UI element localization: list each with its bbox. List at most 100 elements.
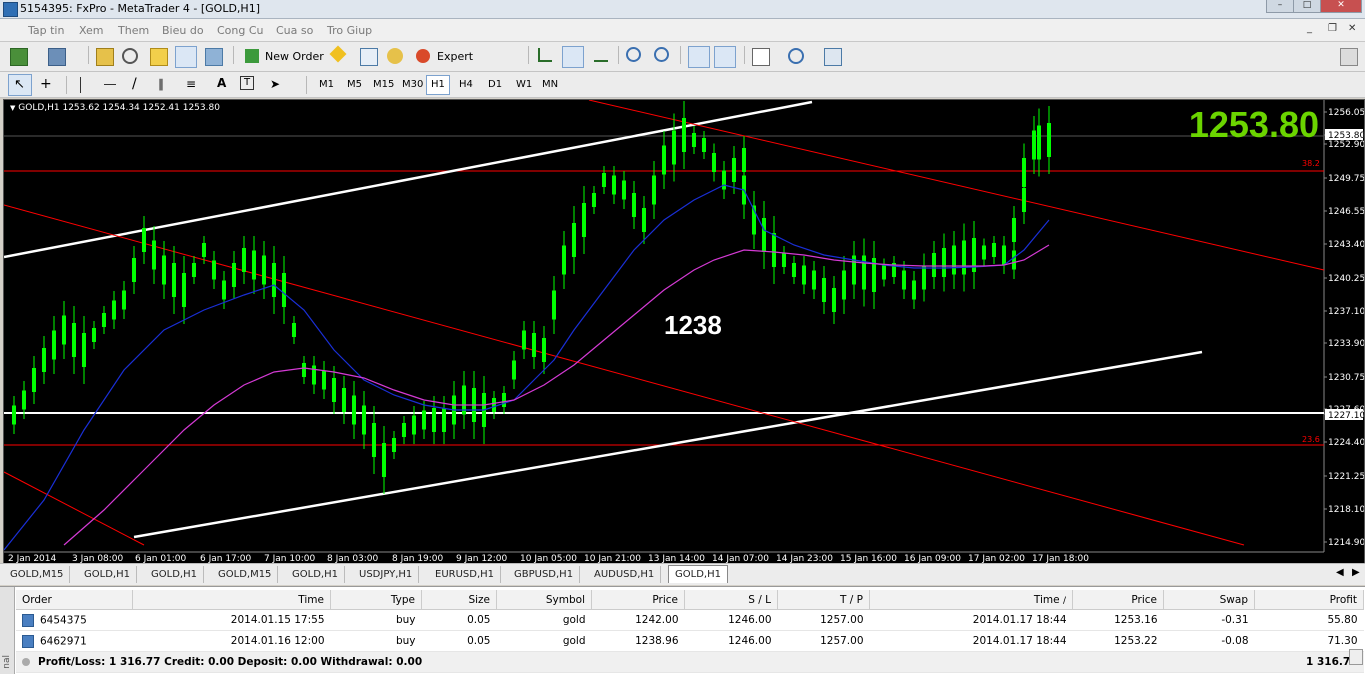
- terminal-toggle-button[interactable]: [175, 46, 197, 68]
- chart-tab[interactable]: GOLD,M15: [4, 566, 71, 583]
- terminal-scroll-handle[interactable]: [1349, 649, 1363, 665]
- crosshair-icon[interactable]: +: [40, 77, 56, 93]
- menu-tools[interactable]: Cong Cu: [217, 24, 264, 37]
- chart-tab[interactable]: GOLD,H1: [78, 566, 137, 583]
- new-order-button[interactable]: New Order: [242, 46, 326, 68]
- chart-shift-button[interactable]: [714, 46, 736, 68]
- timeframe-mn[interactable]: MN: [537, 75, 563, 95]
- strategy-tester-icon[interactable]: [205, 48, 223, 66]
- zoom-out-icon[interactable]: [654, 47, 669, 62]
- fullscreen-icon[interactable]: [360, 48, 378, 66]
- column-order[interactable]: Order: [16, 590, 133, 610]
- menu-window[interactable]: Cua so: [276, 24, 313, 37]
- chart-tab[interactable]: GOLD,H1: [145, 566, 204, 583]
- horizontal-line-icon[interactable]: [104, 84, 116, 86]
- current-price-display: 1253.80: [1188, 104, 1319, 145]
- close-button[interactable]: ✕: [1320, 0, 1362, 13]
- terminal-side-bar[interactable]: nal: [0, 587, 15, 674]
- column-swap[interactable]: Swap: [1163, 590, 1255, 610]
- candle-body: [662, 145, 666, 175]
- column-symbol[interactable]: Symbol: [496, 590, 592, 610]
- candle-body: [1002, 245, 1006, 265]
- candle-body: [542, 338, 546, 362]
- candle-body: [52, 330, 56, 360]
- profiles-icon[interactable]: [48, 48, 66, 66]
- channel-icon[interactable]: ∥: [158, 77, 174, 93]
- buy-order-icon: [22, 613, 34, 627]
- cursor-button[interactable]: ↖: [8, 74, 32, 96]
- mdi-minimize-icon[interactable]: _: [1307, 23, 1312, 34]
- maximize-button[interactable]: □: [1293, 0, 1321, 13]
- chart-tab[interactable]: EURUSD,H1: [429, 566, 502, 583]
- expert-advisors-button[interactable]: Expert Advisors: [414, 46, 521, 83]
- column-tp[interactable]: T / P: [777, 590, 870, 610]
- menu-charts[interactable]: Bieu do: [162, 24, 204, 37]
- column-current-price[interactable]: Price: [1072, 590, 1164, 610]
- price-chart[interactable]: 1256.051253.801252.901249.751246.551243.…: [3, 99, 1365, 564]
- column-sl[interactable]: S / L: [684, 590, 778, 610]
- alert-icon[interactable]: [329, 45, 347, 63]
- timeframe-m15[interactable]: M15: [368, 75, 399, 95]
- new-chart-icon[interactable]: [10, 48, 28, 66]
- column-size[interactable]: Size: [421, 590, 497, 610]
- timeframe-h4[interactable]: H4: [454, 75, 478, 95]
- line-chart-icon[interactable]: [594, 48, 608, 62]
- data-window-icon[interactable]: [150, 48, 168, 66]
- text-label-icon[interactable]: T: [240, 76, 254, 90]
- menu-view[interactable]: Xem: [79, 24, 104, 37]
- timeframe-m5[interactable]: M5: [342, 75, 367, 95]
- column-profit[interactable]: Profit: [1254, 590, 1364, 610]
- navigator-icon[interactable]: [122, 48, 138, 64]
- time-tick-label: 17 Jan 18:00: [1032, 554, 1089, 563]
- timeframe-w1[interactable]: W1: [511, 75, 537, 95]
- bar-chart-icon[interactable]: [538, 48, 552, 62]
- toolbar-options-icon[interactable]: [1340, 48, 1358, 66]
- candle-body: [332, 378, 336, 402]
- gears-icon[interactable]: [387, 48, 403, 64]
- tabs-scroll-right-icon[interactable]: ▶: [1352, 567, 1360, 578]
- menu-file[interactable]: Tap tin: [28, 24, 64, 37]
- periods-icon[interactable]: [788, 48, 804, 64]
- column-close-time[interactable]: Time ∕: [869, 590, 1073, 610]
- summary-row: Profit/Loss: 1 316.77 Credit: 0.00 Depos…: [16, 651, 1364, 673]
- candlestick-chart-button[interactable]: [562, 46, 584, 68]
- chart-tab-active[interactable]: GOLD,H1: [668, 565, 728, 583]
- arrows-icon[interactable]: ➤: [270, 77, 286, 93]
- timeframe-h1[interactable]: H1: [426, 75, 450, 95]
- text-icon[interactable]: A: [217, 76, 233, 92]
- menu-insert[interactable]: Them: [118, 24, 149, 37]
- candle-body: [932, 253, 936, 277]
- chart-tab[interactable]: GOLD,M15: [212, 566, 279, 583]
- price-tick-label: 1252.90: [1328, 140, 1364, 150]
- column-price[interactable]: Price: [591, 590, 685, 610]
- candle-body: [72, 323, 76, 357]
- candle-body: [162, 255, 166, 285]
- templates-icon[interactable]: [824, 48, 842, 66]
- zoom-in-icon[interactable]: [626, 47, 641, 62]
- fibonacci-icon[interactable]: ≡: [186, 77, 202, 93]
- indicators-icon[interactable]: [752, 48, 770, 66]
- timeframe-m30[interactable]: M30: [397, 75, 428, 95]
- chart-tab[interactable]: AUDUSD,H1: [588, 566, 662, 583]
- column-type[interactable]: Type: [330, 590, 422, 610]
- autoscroll-button[interactable]: [688, 46, 710, 68]
- trendline-icon[interactable]: /: [132, 77, 148, 93]
- mdi-restore-icon[interactable]: ❐: [1328, 23, 1337, 34]
- timeframe-d1[interactable]: D1: [483, 75, 507, 95]
- tabs-scroll-left-icon[interactable]: ◀: [1336, 567, 1344, 578]
- vertical-line-icon[interactable]: [80, 77, 82, 93]
- minimize-button[interactable]: –: [1266, 0, 1294, 13]
- market-watch-icon[interactable]: [96, 48, 114, 66]
- table-row[interactable]: 6462971 2014.01.16 12:00 buy 0.05 gold 1…: [16, 630, 1364, 652]
- candle-body: [112, 300, 116, 320]
- price-tick-label: 1230.75: [1328, 373, 1364, 383]
- menu-help[interactable]: Tro Giup: [327, 24, 372, 37]
- chart-tab[interactable]: GOLD,H1: [286, 566, 345, 583]
- candle-body: [942, 248, 946, 277]
- mdi-close-icon[interactable]: ✕: [1348, 23, 1356, 34]
- table-row[interactable]: 6454375 2014.01.15 17:55 buy 0.05 gold 1…: [16, 609, 1364, 631]
- chart-tab[interactable]: USDJPY,H1: [353, 566, 420, 583]
- chart-tab[interactable]: GBPUSD,H1: [508, 566, 581, 583]
- timeframe-m1[interactable]: M1: [314, 75, 339, 95]
- column-time[interactable]: Time: [132, 590, 331, 610]
